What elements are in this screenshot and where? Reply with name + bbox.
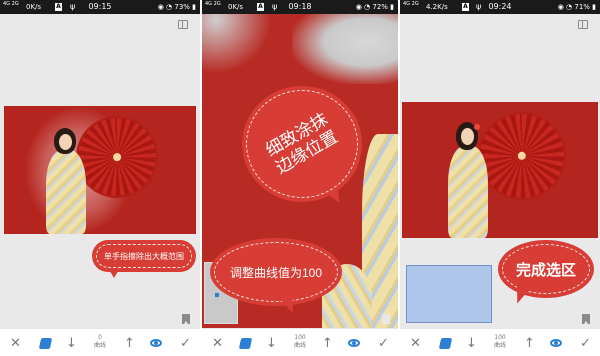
callout-bubble-top: 细致涂抹边缘位置 [242, 86, 362, 202]
notification-icon: A [462, 3, 469, 11]
network-speed: 0K/s [228, 3, 244, 11]
arrow-down-icon[interactable]: ↓ [266, 335, 277, 351]
network-speed: 4.2K/s [426, 3, 448, 11]
compare-icon[interactable] [578, 20, 588, 29]
woman-image [448, 146, 488, 238]
check-icon[interactable]: ✓ [180, 335, 191, 351]
umbrella-image [478, 112, 566, 200]
arrow-down-icon[interactable]: ↓ [466, 335, 477, 351]
umbrella-image [76, 116, 158, 198]
clock: 09:18 [288, 2, 312, 11]
callout-bubble-bottom: 调整曲线值为100 [210, 238, 342, 306]
close-icon[interactable]: ✕ [212, 335, 223, 351]
curve-value-label: 曲线 [293, 342, 306, 349]
callout-text: 单手指擦除出大概范围 [104, 251, 184, 261]
battery-percent: 72% [372, 3, 388, 11]
callout-text: 完成选区 [515, 261, 576, 279]
woman-image [46, 150, 86, 234]
callout-bubble: 完成选区 [498, 240, 594, 298]
battery-indicator: ◉ ◔ 71% ▮ [557, 3, 596, 11]
usb-icon: ψ [70, 2, 76, 11]
curve-value[interactable]: 100 曲线 [488, 334, 512, 350]
curve-value-label: 曲线 [93, 342, 106, 349]
notification-icon: A [257, 3, 264, 11]
signal-indicator: 4G 2G [3, 1, 19, 7]
curve-value-number: 100 [494, 334, 506, 341]
bottom-toolbar: ✕ ↓ 0 曲线 ↑ ✓ [0, 328, 200, 356]
arrow-up-icon[interactable]: ↑ [322, 335, 333, 351]
close-icon[interactable]: ✕ [410, 335, 421, 351]
selection-mask [292, 14, 398, 84]
curve-value-number: 100 [294, 334, 306, 341]
woman-face [59, 134, 72, 150]
network-speed: 0K/s [26, 3, 42, 11]
usb-icon: ψ [272, 2, 278, 11]
photo-canvas[interactable] [402, 102, 598, 238]
battery-percent: 71% [574, 3, 590, 11]
clock: 09:15 [88, 2, 112, 11]
arrow-up-icon[interactable]: ↑ [524, 335, 535, 351]
arrow-up-icon[interactable]: ↑ [124, 335, 135, 351]
brush-icon[interactable] [438, 335, 453, 351]
status-bar: 4G 2G 4.2K/s A ψ 09:24 ◉ ◔ 71% ▮ [400, 0, 600, 14]
battery-percent: 73% [174, 3, 190, 11]
close-icon[interactable]: ✕ [10, 335, 21, 351]
selection-preview [406, 265, 492, 323]
status-bar: 4G 2G 0K/s A ψ 09:15 ◉ ◔ 73% ▮ [0, 0, 200, 14]
eye-icon[interactable] [348, 335, 360, 351]
bookmark-icon[interactable] [382, 314, 390, 324]
clock: 09:24 [488, 2, 512, 11]
curve-value[interactable]: 0 曲线 [88, 334, 112, 350]
status-bar: 4G 2G 0K/s A ψ 09:18 ◉ ◔ 72% ▮ [202, 0, 398, 14]
curve-value-label: 曲线 [493, 342, 506, 349]
notification-icon: A [55, 3, 62, 11]
callout-tail [108, 268, 120, 278]
eye-icon[interactable] [550, 335, 562, 351]
usb-icon: ψ [476, 2, 482, 11]
photo-canvas[interactable] [4, 106, 196, 234]
bookmark-icon[interactable] [582, 314, 590, 324]
battery-indicator: ◉ ◔ 72% ▮ [355, 3, 394, 11]
eye-icon[interactable] [150, 335, 162, 351]
brush-icon[interactable] [38, 335, 53, 351]
check-icon[interactable]: ✓ [378, 335, 389, 351]
arrow-down-icon[interactable]: ↓ [66, 335, 77, 351]
check-icon[interactable]: ✓ [580, 335, 591, 351]
curve-value[interactable]: 100 曲线 [288, 334, 312, 350]
compare-icon[interactable] [178, 20, 188, 29]
signal-indicator: 4G 2G [205, 1, 221, 7]
brush-cursor [215, 293, 219, 297]
bookmark-icon[interactable] [182, 314, 190, 324]
signal-indicator: 4G 2G [403, 1, 419, 7]
curve-value-number: 0 [98, 334, 102, 341]
battery-indicator: ◉ ◔ 73% ▮ [157, 3, 196, 11]
selection-mask [202, 14, 272, 74]
screenshot-panel-2: 4G 2G 0K/s A ψ 09:18 ◉ ◔ 72% ▮ 细致涂抹边缘位置 … [202, 0, 398, 356]
woman-face [461, 128, 474, 145]
bottom-toolbar: ✕ ↓ 100 曲线 ↑ ✓ [400, 328, 600, 356]
callout-text-bottom: 调整曲线值为100 [229, 265, 323, 280]
bottom-toolbar: ✕ ↓ 100 曲线 ↑ ✓ [202, 328, 398, 356]
screenshot-panel-3: 4G 2G 4.2K/s A ψ 09:24 ◉ ◔ 71% ▮ 完成选区 ✕ … [400, 0, 600, 356]
hair-flower [474, 124, 480, 130]
brush-icon[interactable] [238, 335, 253, 351]
screenshot-panel-1: 4G 2G 0K/s A ψ 09:15 ◉ ◔ 73% ▮ 单手指擦除出大概范… [0, 0, 200, 356]
